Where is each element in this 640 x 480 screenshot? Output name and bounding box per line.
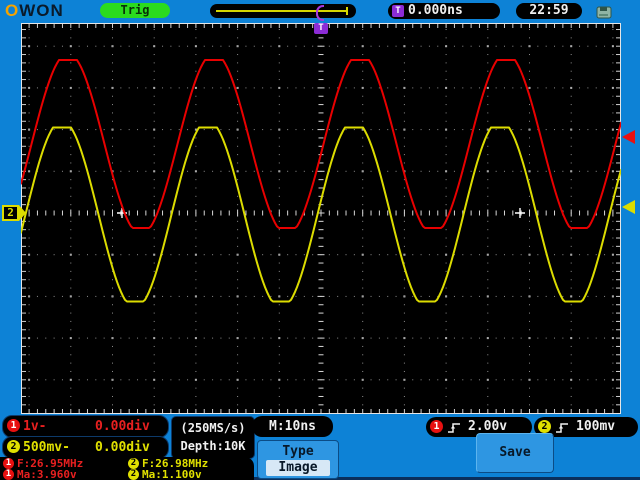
top-status-bar: OWON Trig T 0.000ns 22:59 (0, 0, 640, 22)
type-menu-button[interactable]: Type Image (257, 440, 339, 479)
logo-letter-o: O (5, 1, 20, 20)
ch2-ground-label: 2 (2, 205, 19, 221)
acquisition-info-box: (250MS/s) Depth:10K (171, 416, 255, 459)
ch2-trigger-level: 100mv (576, 419, 616, 434)
trigger-time-value: 0.000ns (408, 3, 463, 18)
usb-storage-glyph (596, 6, 612, 19)
oscilloscope-screen: OWON Trig T 0.000ns 22:59 T 2 1 1v- 0.00… (0, 0, 640, 480)
acquisition-window-line (216, 10, 346, 12)
measure-cursor-cross (515, 208, 525, 218)
clock-readout: 22:59 (516, 3, 582, 19)
horizontal-position-bar (210, 4, 356, 21)
ch1-volts-per-div: 1v- (23, 419, 47, 434)
ch2-trigger-badge: 2 (538, 420, 551, 433)
graticule-area (20, 23, 622, 414)
ch1-scale-readout: 1 1v- 0.00div (2, 415, 169, 438)
ch1-trigger-level-arrow (622, 130, 635, 144)
type-label: Type (282, 444, 314, 459)
sample-rate: (250MS/s) (180, 421, 246, 435)
ch1-badge: 1 (3, 469, 14, 480)
ch2-badge: 2 (7, 440, 20, 453)
ch1-badge: 1 (7, 419, 20, 432)
ch2-volts-per-div: 500mv- (23, 440, 70, 455)
brand-logo: OWON (5, 1, 64, 21)
usb-storage-icon (596, 4, 612, 19)
rising-edge-icon (447, 420, 461, 439)
trigger-t-icon: T (392, 5, 404, 17)
ch2-badge: 2 (128, 458, 139, 469)
rising-edge-icon (555, 420, 569, 439)
ch2-offset: 0.00div (95, 440, 150, 455)
ch2-max-voltage: Ma:1.100v (142, 468, 202, 480)
ch2-ground-marker: 2 (2, 205, 28, 221)
save-button[interactable]: Save (476, 433, 554, 473)
ch1-offset: 0.00div (95, 419, 150, 434)
trigger-position-top-marker: T (314, 23, 328, 34)
ch2-trigger-level-arrow (622, 200, 635, 214)
ch1-badge: 1 (3, 458, 14, 469)
graticule-canvas (20, 23, 622, 414)
ch1-max-voltage: Ma:3.960v (17, 468, 77, 480)
logo-letters-won: WON (19, 1, 64, 20)
timebase-readout: M:10ns (252, 416, 333, 437)
memory-depth: Depth:10K (180, 439, 246, 453)
trigger-time-readout: T 0.000ns (388, 3, 500, 19)
window-end-tick (346, 7, 348, 15)
ch2-scale-readout: 2 500mv- 0.00div (2, 436, 169, 459)
trigger-position-marker (316, 5, 324, 21)
trigger-status-badge: Trig (100, 3, 170, 18)
type-value-selected: Image (266, 460, 330, 476)
ch2-ground-pointer (19, 205, 26, 221)
ch2-badge: 2 (128, 469, 139, 480)
measurement-bar: 1 F:26.95MHz 2 F:26.98MHz 1 Ma:3.960v 2 … (0, 457, 254, 480)
ch1-trigger-badge: 1 (430, 420, 443, 433)
